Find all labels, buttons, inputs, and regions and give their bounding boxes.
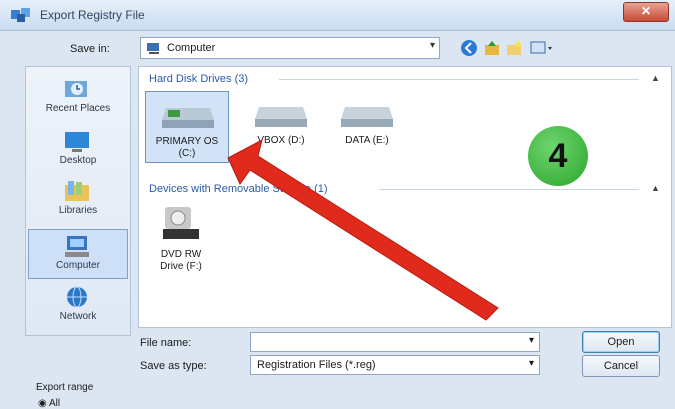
file-name-input[interactable]: ▾ [250, 332, 540, 352]
group-header-removable[interactable]: Devices with Removable Storage (1) [149, 183, 328, 195]
group-header-hard-disks[interactable]: Hard Disk Drives (3) [149, 73, 248, 85]
hard-drive-icon [341, 107, 393, 127]
drive-label: PRIMARY OS [155, 136, 219, 147]
location-value: Computer [167, 42, 216, 54]
new-folder-icon[interactable] [506, 39, 524, 57]
place-label: Recent Places [45, 103, 111, 114]
desktop-icon [65, 132, 89, 152]
place-label: Desktop [59, 155, 97, 166]
network-icon [67, 286, 87, 308]
drive-letter: Drive (F:) [160, 261, 202, 272]
save-as-type-label: Save as type: [140, 360, 207, 372]
title-bar: Export Registry File ✕ [0, 0, 675, 31]
place-network[interactable]: Network [28, 281, 128, 331]
registry-icon [11, 8, 30, 22]
hard-drive-icon [255, 107, 307, 127]
dvd-drive-icon [163, 207, 199, 239]
save-as-type-select[interactable]: Registration Files (*.reg) ▾ [250, 355, 540, 375]
group-divider [379, 189, 639, 190]
save-in-label: Save in: [70, 43, 110, 55]
export-all-radio[interactable]: ◉ All [38, 398, 60, 409]
chevron-down-icon: ▾ [528, 335, 534, 346]
export-range-label: Export range [36, 382, 94, 393]
file-name-label: File name: [140, 337, 192, 349]
view-menu-icon[interactable] [530, 39, 554, 57]
open-button[interactable]: Open [582, 331, 660, 353]
place-computer[interactable]: Computer [28, 229, 128, 279]
window-title: Export Registry File [40, 8, 145, 22]
group-divider [279, 79, 639, 80]
collapse-icon[interactable]: ▲ [651, 183, 660, 193]
file-list[interactable]: Hard Disk Drives (3) ▲ PRIMARY OS (C:) V… [138, 66, 672, 328]
up-folder-icon[interactable] [484, 39, 500, 57]
drive-label: VBOX (D:) [257, 135, 305, 146]
drive-label: DATA (E:) [345, 135, 389, 146]
location-dropdown[interactable]: Computer ▾ [140, 37, 440, 59]
place-desktop[interactable]: Desktop [28, 125, 128, 175]
computer-icon [147, 43, 159, 54]
drive-vbox[interactable]: VBOX (D:) [239, 91, 323, 161]
chevron-down-icon: ▾ [429, 40, 435, 51]
places-bar: Recent Places Desktop Libraries Computer… [25, 66, 131, 336]
export-all-label: All [48, 398, 61, 409]
recent-places-icon [65, 81, 87, 97]
place-libraries[interactable]: Libraries [28, 175, 128, 225]
close-button[interactable]: ✕ [623, 2, 669, 22]
computer-icon [65, 236, 89, 257]
place-recent-places[interactable]: Recent Places [28, 73, 128, 123]
cancel-button[interactable]: Cancel [582, 355, 660, 377]
back-icon[interactable] [460, 39, 478, 57]
drive-primary-os[interactable]: PRIMARY OS (C:) [145, 91, 229, 163]
save-as-type-value: Registration Files (*.reg) [257, 359, 376, 371]
chevron-down-icon: ▾ [528, 358, 534, 369]
drive-label: DVD RW [160, 249, 202, 260]
drive-data[interactable]: DATA (E:) [325, 91, 409, 161]
drive-letter: (C:) [178, 148, 196, 159]
place-label: Network [59, 311, 97, 322]
step-badge: 4 [528, 126, 588, 186]
collapse-icon[interactable]: ▲ [651, 73, 660, 83]
place-label: Computer [56, 260, 100, 271]
drive-dvd-rw[interactable]: DVD RW Drive (F:) [145, 199, 217, 272]
hard-drive-icon [162, 108, 214, 128]
close-icon: ✕ [641, 4, 652, 18]
place-label: Libraries [58, 205, 98, 216]
libraries-icon [65, 181, 89, 201]
